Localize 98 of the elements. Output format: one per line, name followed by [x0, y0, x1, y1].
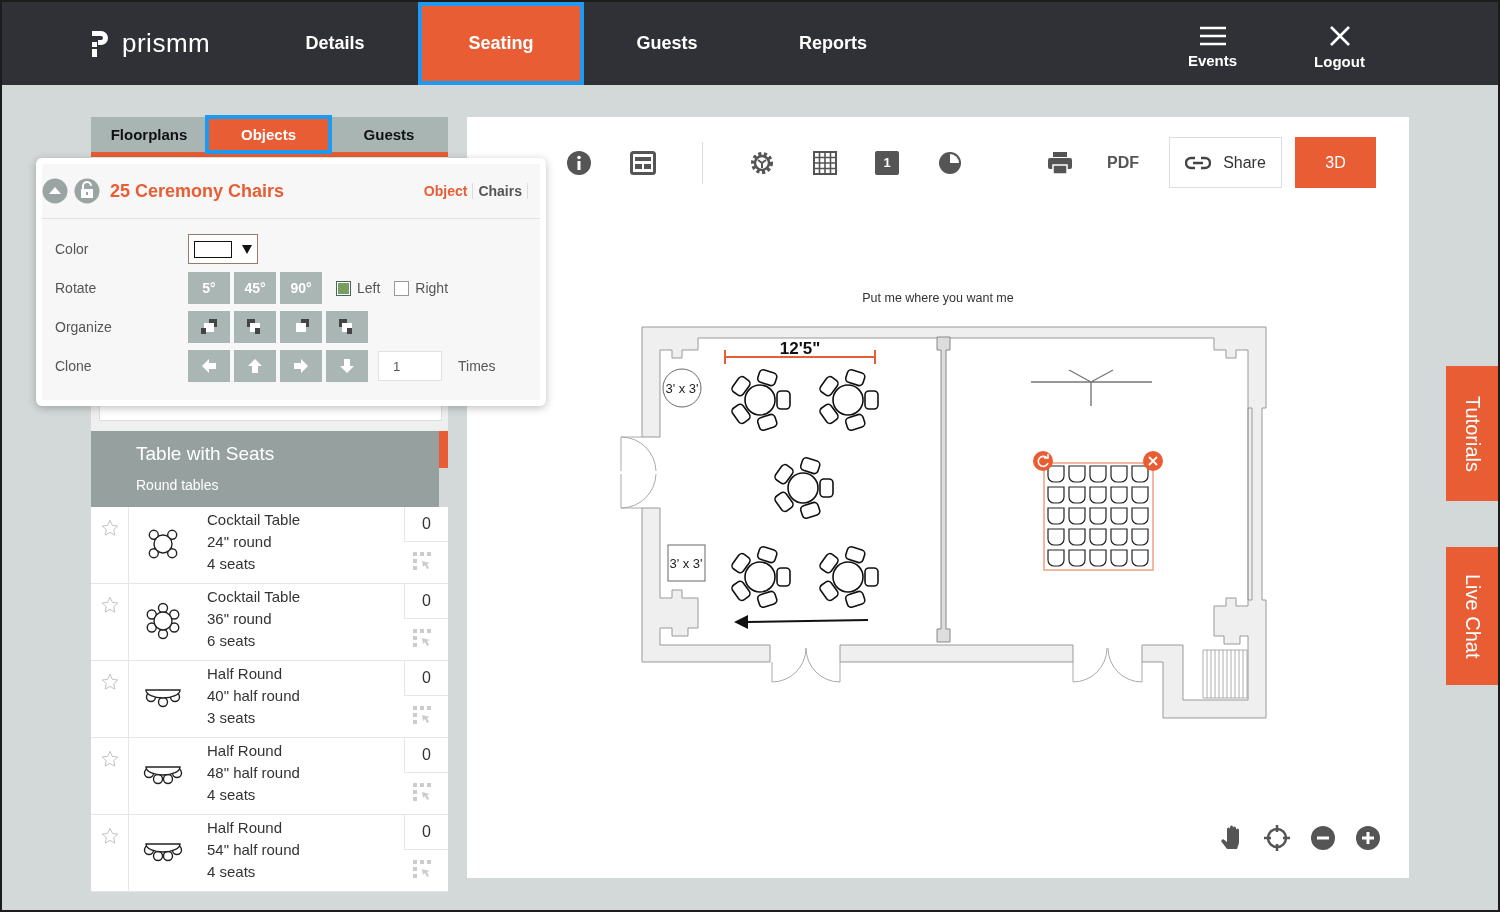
logo-icon: [90, 28, 110, 59]
door-drawing: [771, 647, 841, 683]
star-icon[interactable]: [100, 596, 119, 614]
direction-checkbox[interactable]: Left: [336, 280, 381, 296]
field-label: Organize: [55, 319, 113, 335]
field-label: Color: [55, 241, 90, 257]
door-drawing: [1072, 647, 1143, 683]
category-title: Table with Seats: [136, 443, 276, 465]
arrow-right-icon: [293, 358, 309, 374]
layer-order-icon: [247, 319, 263, 335]
item-size: 24" round: [207, 532, 273, 552]
star-icon[interactable]: [100, 673, 119, 691]
count-field[interactable]: 0: [404, 507, 448, 542]
nav-tab[interactable]: Reports: [750, 2, 916, 85]
item-name: Cocktail Table: [207, 587, 302, 607]
star-icon[interactable]: [100, 519, 119, 537]
layer-order-button[interactable]: [188, 311, 230, 343]
item-size: 40" half round: [207, 686, 301, 706]
arrow-left-icon: [201, 358, 217, 374]
pdf-button[interactable]: PDF: [1107, 153, 1139, 172]
drag-handle-icon[interactable]: [413, 706, 431, 724]
round-table-drawing[interactable]: [817, 367, 879, 433]
color-dropdown[interactable]: [188, 234, 258, 264]
drag-handle-icon[interactable]: [413, 552, 431, 570]
item-size: 54" half round: [207, 840, 301, 860]
brand-name: prismm: [122, 28, 211, 59]
item-size: 36" round: [207, 609, 273, 629]
crosshair-icon[interactable]: [1263, 824, 1291, 852]
item-size: 48" half round: [207, 763, 301, 783]
direction-checkbox[interactable]: Right: [394, 280, 449, 296]
object-size-label: 3' x 3': [665, 381, 699, 396]
layer-order-button[interactable]: [280, 311, 322, 343]
hint-text: Put me where you want me: [862, 291, 1014, 305]
item-seats: 3 seats: [207, 707, 404, 729]
nav-tab[interactable]: Guests: [584, 2, 750, 85]
count-field[interactable]: 0: [404, 661, 448, 696]
item-name: Cocktail Table: [207, 510, 302, 530]
object-list-item[interactable]: Cocktail Table 24" round 4 seats 0: [91, 507, 448, 584]
events-menu-button[interactable]: Events: [1149, 2, 1276, 85]
category-subtitle: Round tables: [136, 477, 220, 493]
object-list-item[interactable]: Half Round 48" half round 4 seats 0: [91, 738, 448, 815]
popup-title: 25 Ceremony Chairs: [110, 180, 285, 202]
arrow-down-icon: [339, 358, 355, 374]
round-object-drawing[interactable]: [662, 368, 702, 408]
clone-count-field[interactable]: 1: [378, 351, 442, 381]
print-icon[interactable]: [1047, 150, 1073, 175]
round-table-drawing[interactable]: [729, 367, 791, 433]
count-field[interactable]: 0: [404, 584, 448, 619]
link-icon: [1185, 155, 1212, 170]
close-icon: [1328, 25, 1351, 47]
scrollbar-thumb[interactable]: [439, 431, 448, 468]
star-icon[interactable]: [100, 750, 119, 768]
caret-icon: [242, 244, 252, 254]
logout-button[interactable]: Logout: [1276, 2, 1403, 85]
dimension-label: 12'5": [779, 339, 821, 358]
arrow-up-icon: [247, 358, 263, 374]
drag-handle-icon[interactable]: [413, 783, 431, 801]
field-label: Rotate: [55, 280, 98, 296]
popup-tab[interactable]: Chairs: [473, 183, 528, 199]
round-table-drawing[interactable]: [817, 544, 879, 610]
round-table-drawing[interactable]: [729, 544, 791, 610]
info-icon[interactable]: [566, 149, 592, 176]
layout-icon[interactable]: [630, 150, 656, 175]
settings-icon[interactable]: [749, 149, 775, 176]
pie-chart-icon[interactable]: [937, 149, 963, 176]
object-size-label: 3' x 3': [669, 556, 703, 571]
count-field[interactable]: 0: [404, 738, 448, 773]
zoom-out-icon[interactable]: [1310, 825, 1336, 851]
object-list-item[interactable]: Half Round 40" half round 3 seats 0: [91, 661, 448, 738]
stairs-drawing: [1202, 649, 1248, 699]
item-seats: 4 seats: [207, 861, 404, 883]
item-seats: 6 seats: [207, 630, 404, 652]
star-icon[interactable]: [100, 827, 119, 845]
field-label: Clone: [55, 358, 93, 374]
item-name: Half Round: [207, 818, 284, 838]
drag-handle-icon[interactable]: [413, 860, 431, 878]
layer-order-button[interactable]: [326, 311, 368, 343]
selected-chair-block-drawing[interactable]: [1033, 451, 1163, 571]
item-name: Half Round: [207, 741, 284, 761]
layer-order-icon: [201, 319, 217, 335]
square-object-drawing[interactable]: [667, 544, 706, 582]
grid-icon[interactable]: [813, 150, 837, 175]
drag-handle-icon[interactable]: [413, 629, 431, 647]
layer-order-button[interactable]: [234, 311, 276, 343]
count-field[interactable]: 0: [404, 815, 448, 850]
share-button[interactable]: Share: [1169, 137, 1282, 188]
layer-order-icon: [293, 319, 309, 335]
object-list-item[interactable]: Cocktail Table 36" round 6 seats 0: [91, 584, 448, 661]
menu-icon: [1199, 26, 1226, 46]
zoom-in-icon[interactable]: [1355, 825, 1381, 851]
page-number-button[interactable]: 1: [875, 150, 899, 175]
object-list-item[interactable]: Half Round 54" half round 4 seats 0: [91, 815, 448, 892]
item-name: Half Round: [207, 664, 284, 684]
layer-order-icon: [339, 319, 355, 335]
item-seats: 4 seats: [207, 784, 404, 806]
round-table-drawing[interactable]: [772, 455, 834, 521]
nav-tab[interactable]: Details: [252, 2, 418, 85]
item-seats: 4 seats: [207, 553, 404, 575]
